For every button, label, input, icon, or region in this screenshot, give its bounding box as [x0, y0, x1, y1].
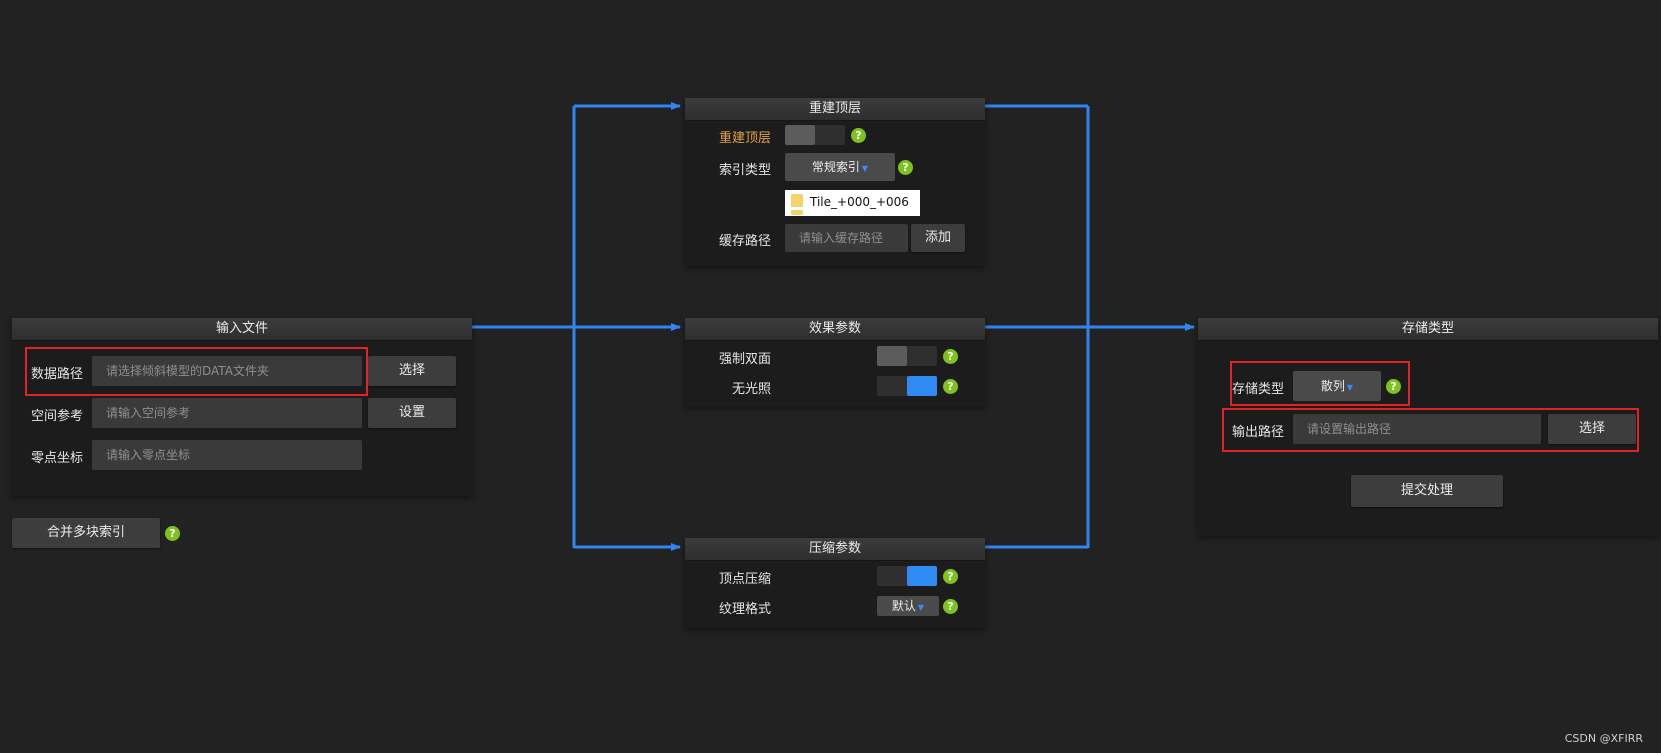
- data-path-highlight: [25, 347, 368, 396]
- input-file-panel-title: 输入文件: [12, 318, 472, 341]
- spatial-ref-set-button[interactable]: 设置: [368, 398, 456, 428]
- no-light-toggle[interactable]: [877, 376, 937, 396]
- storage-type-highlight: [1230, 361, 1410, 406]
- origin-input[interactable]: 请输入零点坐标: [92, 440, 362, 470]
- data-path-select-button[interactable]: 选择: [368, 356, 456, 386]
- texture-format-label: 纹理格式: [719, 602, 772, 617]
- chevron-down-icon: ▼: [917, 603, 925, 612]
- rebuild-top-panel-title: 重建顶层: [685, 98, 985, 121]
- texture-format-value: 默认: [891, 599, 916, 613]
- index-type-label: 索引类型: [719, 163, 772, 178]
- vertex-compress-label: 顶点压缩: [719, 572, 772, 587]
- cache-path-add-button[interactable]: 添加: [911, 224, 965, 252]
- rebuild-top-label: 重建顶层: [719, 131, 772, 146]
- rebuild-top-toggle[interactable]: [785, 125, 845, 145]
- compress-params-panel-title: 压缩参数: [685, 538, 985, 561]
- output-path-highlight: [1222, 408, 1639, 452]
- effect-params-panel-title: 效果参数: [685, 318, 985, 341]
- vertex-compress-toggle[interactable]: [877, 566, 937, 586]
- merge-index-button[interactable]: 合并多块索引: [12, 518, 160, 548]
- toggle-knob: [877, 346, 907, 366]
- storage-type-panel-title: 存储类型: [1198, 318, 1658, 341]
- texture-format-dropdown[interactable]: 默认 ▼: [877, 596, 939, 616]
- double-side-toggle[interactable]: [877, 346, 937, 366]
- vertex-compress-help-icon[interactable]: ?: [943, 569, 958, 584]
- watermark: CSDN @XFIRR: [1564, 732, 1643, 745]
- rebuild-top-help-icon[interactable]: ?: [851, 128, 866, 143]
- merge-index-help-icon[interactable]: ?: [165, 526, 180, 541]
- effect-params-panel: 效果参数 强制双面 ? 无光照 ?: [685, 318, 985, 406]
- compress-params-panel: 压缩参数 顶点压缩 ? 纹理格式 默认 ▼ ?: [685, 538, 985, 628]
- toggle-knob: [785, 125, 815, 145]
- submit-process-button[interactable]: 提交处理: [1351, 475, 1503, 507]
- rebuild-top-panel: 重建顶层 重建顶层 ? 索引类型 常规索引 ▼ ? Tile_+000_+006 …: [685, 98, 985, 266]
- index-type-help-icon[interactable]: ?: [898, 160, 913, 175]
- input-file-panel: 输入文件 数据路径 请选择倾斜模型的DATA文件夹 选择 空间参考 请输入空间参…: [12, 318, 472, 496]
- toggle-knob: [907, 566, 937, 586]
- no-light-label: 无光照: [732, 382, 772, 397]
- cache-path-input[interactable]: 请输入缓存路径: [785, 224, 908, 252]
- double-side-label: 强制双面: [719, 352, 772, 367]
- no-light-help-icon[interactable]: ?: [943, 379, 958, 394]
- origin-label: 零点坐标: [31, 451, 84, 466]
- index-dropdown-popup: Tile_+000_+006: [785, 190, 920, 216]
- double-side-help-icon[interactable]: ?: [943, 349, 958, 364]
- spatial-ref-label: 空间参考: [31, 409, 84, 424]
- folder-icon: [791, 194, 803, 207]
- toggle-knob: [907, 376, 937, 396]
- texture-format-help-icon[interactable]: ?: [943, 599, 958, 614]
- spatial-ref-input[interactable]: 请输入空间参考: [92, 398, 362, 428]
- folder-icon: [791, 210, 803, 215]
- cache-path-label: 缓存路径: [719, 234, 772, 249]
- index-type-dropdown[interactable]: 常规索引 ▼: [785, 153, 895, 181]
- popup-folder-item[interactable]: Tile_+000_+006: [810, 195, 909, 209]
- chevron-down-icon: ▼: [861, 164, 869, 173]
- index-type-value: 常规索引: [811, 160, 860, 174]
